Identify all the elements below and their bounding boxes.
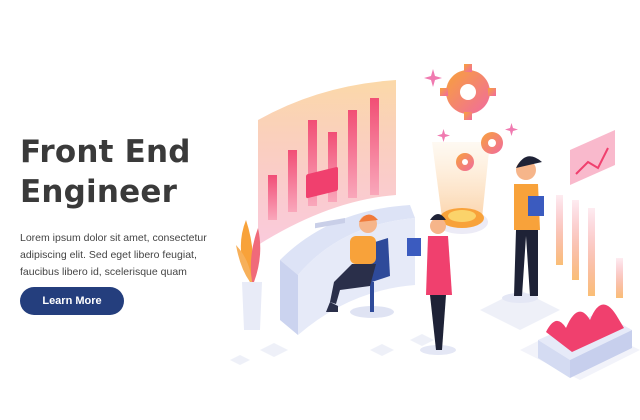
hero-title-line1: Front End [20,134,191,170]
line-chart-icon [570,130,615,185]
hero-title: Front End Engineer [20,132,230,212]
area-chart-planter [538,304,632,378]
hero-illustration [220,50,640,420]
hero-description: Lorem ipsum dolor sit amet, consectetur … [20,232,207,278]
hero-title-line2: Engineer [20,174,178,210]
engineer-workspace-illustration [230,64,640,380]
hero-text: Front End Engineer Lorem ipsum dolor sit… [20,132,230,281]
bar-pillars [556,195,623,298]
learn-more-button[interactable]: Learn More [20,287,124,315]
plant-icon [236,220,262,330]
standing-man [502,156,544,303]
